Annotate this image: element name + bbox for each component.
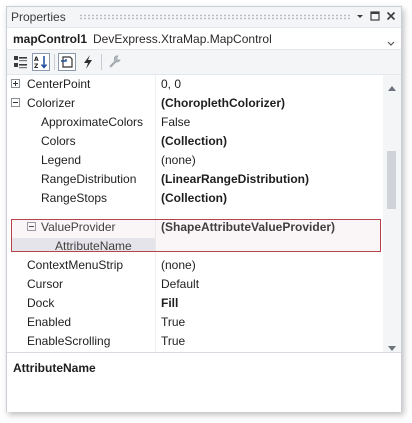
expand-plus-icon[interactable] xyxy=(11,79,20,88)
property-name: EnableScrolling xyxy=(27,334,111,348)
property-row-legend[interactable]: Legend (none) xyxy=(7,151,383,170)
property-value[interactable]: Fill xyxy=(161,296,178,310)
property-value[interactable]: (Collection) xyxy=(161,191,227,205)
vertical-scrollbar[interactable] xyxy=(383,75,401,352)
description-title: AttributeName xyxy=(13,361,96,375)
chevron-down-icon[interactable] xyxy=(387,35,395,49)
toolbar: A Z xyxy=(7,50,401,75)
property-name: RangeDistribution xyxy=(41,172,137,186)
toolbar-separator xyxy=(54,54,55,70)
property-row-enablescrolling[interactable]: EnableScrolling True xyxy=(7,332,383,351)
properties-window: Properties mapControl1 DevExpress.XtraMa… xyxy=(6,6,402,412)
property-row-colors[interactable]: Colors (Collection) xyxy=(7,132,383,151)
property-value[interactable]: True xyxy=(161,315,185,329)
scroll-down-icon[interactable] xyxy=(388,340,396,352)
close-icon[interactable] xyxy=(385,10,397,22)
maximize-icon[interactable] xyxy=(369,10,381,22)
wrench-icon[interactable] xyxy=(106,53,124,71)
title-bar: Properties xyxy=(7,7,401,28)
window-menu-icon[interactable] xyxy=(354,10,366,22)
alphabetical-icon[interactable]: A Z xyxy=(32,53,50,71)
svg-text:Z: Z xyxy=(34,63,39,69)
property-name: CenterPoint xyxy=(27,77,91,91)
property-name: AttributeName xyxy=(55,239,132,253)
property-value[interactable]: (Collection) xyxy=(161,134,227,148)
collapse-minus-icon[interactable] xyxy=(11,98,20,107)
property-grid: CenterPoint 0, 0 Colorizer (ChoroplethCo… xyxy=(7,75,401,352)
property-row-attributename[interactable]: AttributeName xyxy=(7,237,383,256)
scroll-up-icon[interactable] xyxy=(388,80,396,94)
property-row-cursor[interactable]: Cursor Default xyxy=(7,275,383,294)
description-panel: AttributeName xyxy=(7,352,401,412)
property-value[interactable]: True xyxy=(161,334,185,348)
property-value[interactable]: 0, 0 xyxy=(161,77,181,91)
property-row-enabled[interactable]: Enabled True xyxy=(7,313,383,332)
property-row-centerpoint[interactable]: CenterPoint 0, 0 xyxy=(7,75,383,94)
property-pages-icon[interactable] xyxy=(58,53,76,71)
property-row-contextmenustrip[interactable]: ContextMenuStrip (none) xyxy=(7,256,383,275)
property-value[interactable]: Default xyxy=(161,277,199,291)
property-name: ContextMenuStrip xyxy=(27,258,124,272)
categorized-icon[interactable] xyxy=(12,53,30,71)
property-value[interactable]: (none) xyxy=(161,153,196,167)
property-value[interactable]: (ChoroplethColorizer) xyxy=(161,96,285,110)
events-icon[interactable] xyxy=(79,53,97,71)
property-row-colorizer[interactable]: Colorizer (ChoroplethColorizer) xyxy=(7,94,383,113)
property-name: ValueProvider xyxy=(41,220,116,234)
toolbar-separator xyxy=(101,54,102,70)
property-value[interactable]: (ShapeAttributeValueProvider) xyxy=(161,220,335,234)
property-row-valueprovider[interactable]: ValueProvider (ShapeAttributeValueProvid… xyxy=(7,218,383,237)
object-name: mapControl1 xyxy=(13,32,88,46)
property-row-approximatecolors[interactable]: ApproximateColors False xyxy=(7,113,383,132)
property-name: Enabled xyxy=(27,315,72,329)
property-value[interactable]: (none) xyxy=(161,258,196,272)
property-row-rangestops[interactable]: RangeStops (Collection) xyxy=(7,189,383,208)
window-title: Properties xyxy=(11,10,66,24)
svg-text:A: A xyxy=(34,56,39,63)
collapse-minus-icon[interactable] xyxy=(27,222,36,231)
property-name: Dock xyxy=(27,296,55,310)
property-name: Colorizer xyxy=(27,96,76,110)
property-value[interactable]: (LinearRangeDistribution) xyxy=(161,172,309,186)
property-row-dock[interactable]: Dock Fill xyxy=(7,294,383,313)
property-name: Colors xyxy=(41,134,76,148)
object-type: DevExpress.XtraMap.MapControl xyxy=(93,32,272,46)
property-name: ApproximateColors xyxy=(41,115,144,129)
property-name: Legend xyxy=(41,153,82,167)
scroll-thumb[interactable] xyxy=(387,151,396,209)
object-selector[interactable]: mapControl1 DevExpress.XtraMap.MapContro… xyxy=(7,28,401,50)
property-name: RangeStops xyxy=(41,191,108,205)
property-name: Cursor xyxy=(27,277,64,291)
property-value[interactable]: False xyxy=(161,115,190,129)
property-row-rangedistribution[interactable]: RangeDistribution (LinearRangeDistributi… xyxy=(7,170,383,189)
drag-grip[interactable] xyxy=(79,14,351,20)
